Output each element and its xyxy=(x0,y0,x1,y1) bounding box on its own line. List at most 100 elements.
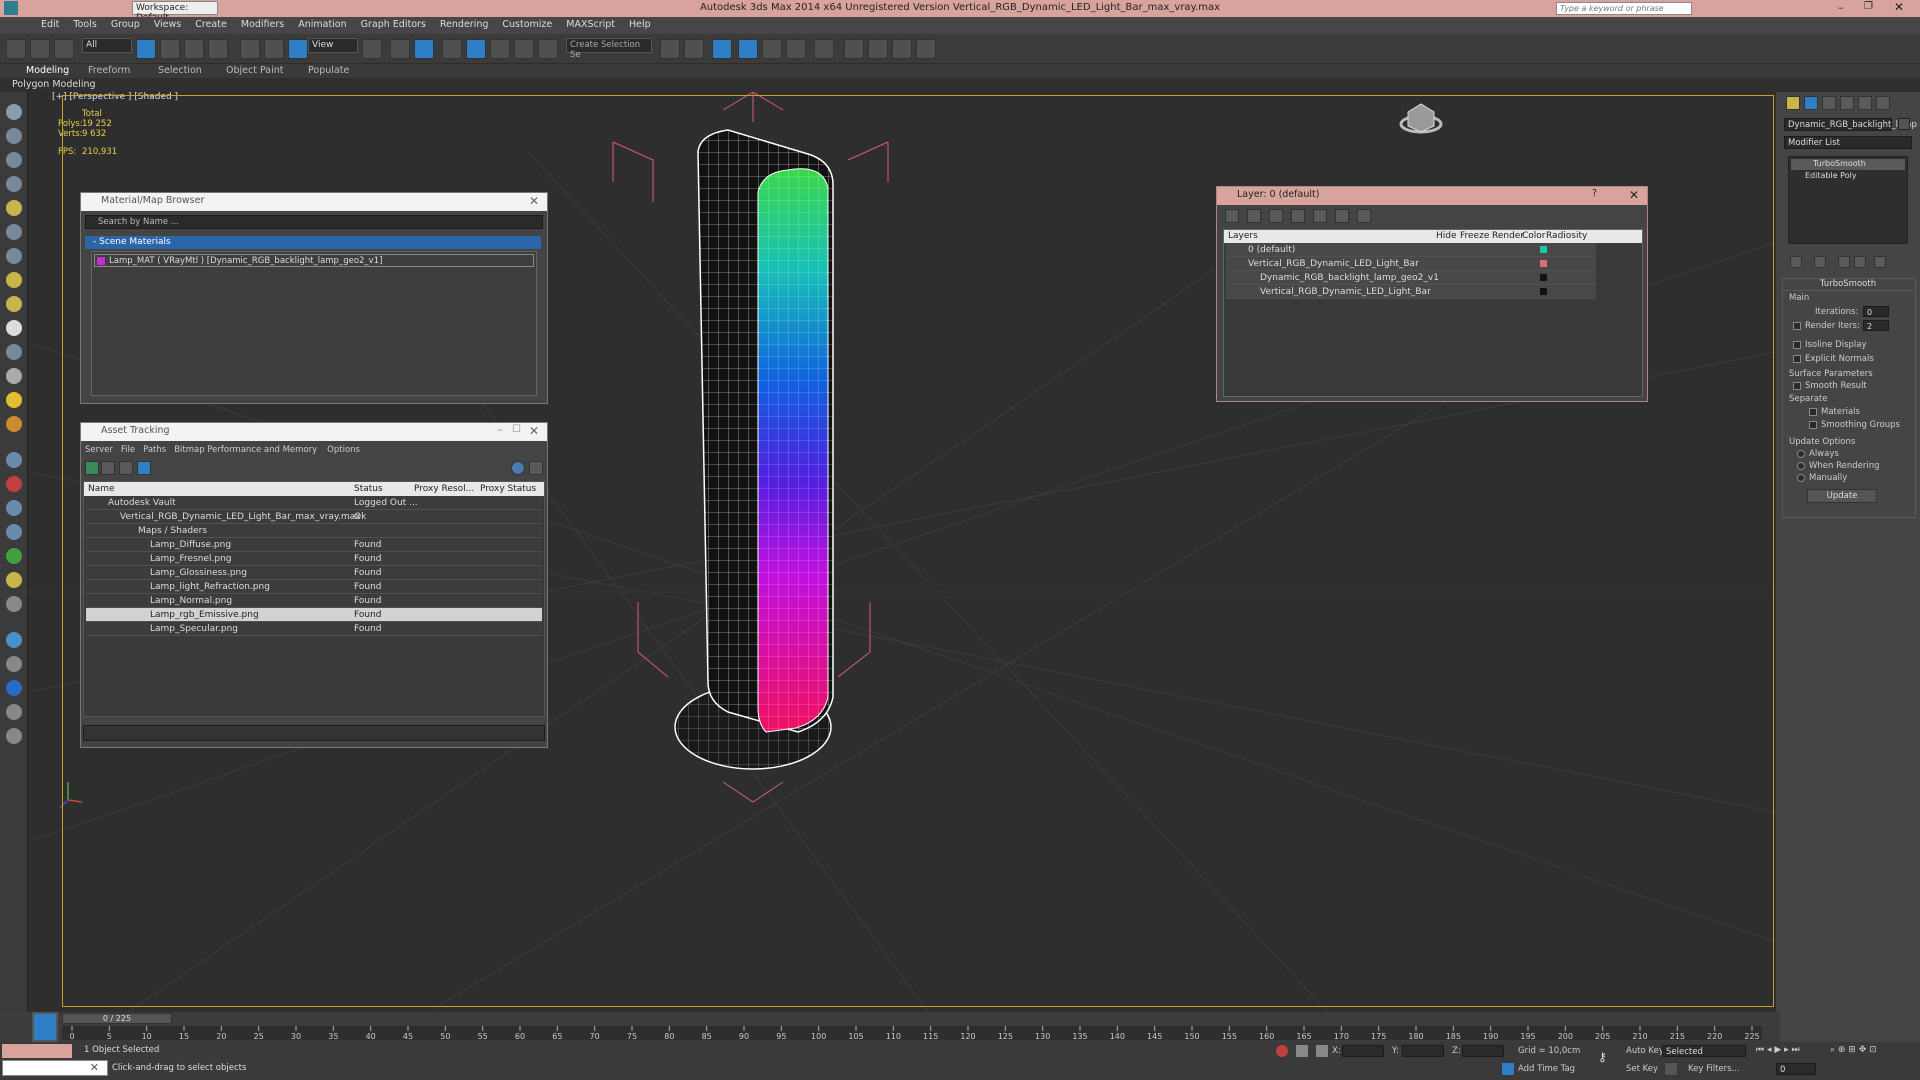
mini-curve-editor-icon[interactable] xyxy=(32,1012,58,1042)
tool-icon-3[interactable] xyxy=(6,500,22,516)
modify-tab-icon[interactable] xyxy=(1804,96,1818,110)
playback-controls[interactable]: ⏮ ◂ ▶ ▸ ⏭ xyxy=(1756,1045,1800,1055)
hierarchy-icon[interactable] xyxy=(6,152,22,168)
viewport-nav-controls[interactable]: ⌕ ⊕ ⊞ ✥ ⊡ xyxy=(1830,1045,1877,1055)
object-color-swatch[interactable] xyxy=(1898,118,1910,130)
render-iterative-icon[interactable] xyxy=(916,39,936,59)
pin-stack-icon[interactable] xyxy=(1790,256,1802,268)
select-manipulate-icon[interactable] xyxy=(390,39,410,59)
create-layer-icon[interactable] xyxy=(1225,209,1239,223)
update-button[interactable]: Update xyxy=(1807,489,1877,503)
when-rendering-radio[interactable] xyxy=(1797,462,1805,470)
table-row[interactable]: Lamp_Normal.png Found xyxy=(86,594,542,608)
layer-color-swatch[interactable] xyxy=(1540,260,1547,267)
col-status[interactable]: Status xyxy=(354,484,383,494)
tool-icon-9[interactable] xyxy=(6,656,22,672)
materials-checkbox[interactable] xyxy=(1809,408,1817,416)
unlink-icon[interactable] xyxy=(30,39,50,59)
material-search-input[interactable]: Search by Name ... xyxy=(85,215,543,229)
table-row[interactable]: Lamp_Glossiness.png Found xyxy=(86,566,542,580)
table-row[interactable]: Maps / Shaders xyxy=(86,524,542,538)
select-object-icon[interactable] xyxy=(136,39,156,59)
table-row[interactable]: Autodesk Vault Logged Out ... xyxy=(86,496,542,510)
delete-layer-icon[interactable] xyxy=(1247,209,1261,223)
menu-animation[interactable]: Animation xyxy=(291,17,353,32)
curve-editor-icon[interactable] xyxy=(762,39,782,59)
maxscript-input[interactable]: ✕ xyxy=(2,1060,108,1076)
tool-icon-1[interactable] xyxy=(6,452,22,468)
col-render[interactable]: Render xyxy=(1492,231,1524,241)
motion-icon[interactable] xyxy=(6,176,22,192)
layer-color-swatch[interactable] xyxy=(1540,288,1547,295)
display-icon[interactable] xyxy=(6,200,22,216)
graphite-tools-icon[interactable] xyxy=(738,39,758,59)
render-iters-checkbox[interactable] xyxy=(1793,322,1801,330)
asset-tracking-title[interactable]: Asset Tracking – ☐ ✕ xyxy=(81,423,547,441)
menu-modifiers[interactable]: Modifiers xyxy=(234,17,291,32)
select-objects-icon[interactable] xyxy=(1291,209,1305,223)
manually-radio[interactable] xyxy=(1797,474,1805,482)
menu-create[interactable]: Create xyxy=(188,17,234,32)
box-icon[interactable] xyxy=(6,272,22,288)
table-row[interactable]: Vertical_RGB_Dynamic_LED_Light_Bar_max_v… xyxy=(86,510,542,524)
stack-item-editable-poly[interactable]: Editable Poly xyxy=(1791,171,1905,182)
tree-view-icon[interactable] xyxy=(119,461,133,475)
light-icon[interactable] xyxy=(6,392,22,408)
material-item[interactable]: Lamp_MAT ( VRayMtl ) [Dynamic_RGB_backli… xyxy=(94,254,534,267)
menu-group[interactable]: Group xyxy=(104,17,147,32)
bind-space-warp-icon[interactable] xyxy=(54,39,74,59)
selection-filter-dropdown[interactable]: All xyxy=(82,38,132,53)
absolute-mode-icon[interactable] xyxy=(1316,1045,1328,1057)
tool-icon-2[interactable] xyxy=(6,476,22,492)
auto-key-button[interactable]: Auto Key xyxy=(1626,1046,1664,1056)
col-proxy-status[interactable]: Proxy Status xyxy=(480,484,536,494)
display-tab-icon[interactable] xyxy=(1858,96,1872,110)
menu-maxscript[interactable]: MAXScript xyxy=(559,17,622,32)
table-view-icon[interactable] xyxy=(137,461,151,475)
tab-selection[interactable]: Selection xyxy=(158,65,202,76)
help-icon[interactable] xyxy=(6,728,22,744)
smoothing-groups-checkbox[interactable] xyxy=(1809,421,1817,429)
align-icon[interactable] xyxy=(684,39,704,59)
menu-edit[interactable]: Edit xyxy=(34,17,66,32)
menu-rendering[interactable]: Rendering xyxy=(433,17,496,32)
menu-file[interactable]: File xyxy=(121,445,135,455)
refresh-icon[interactable] xyxy=(85,461,99,475)
help-icon[interactable] xyxy=(511,461,525,475)
menu-views[interactable]: Views xyxy=(147,17,189,32)
maximize-icon[interactable]: ❐ xyxy=(1864,1,1873,12)
ref-coord-dropdown[interactable]: View xyxy=(308,38,358,53)
tool-icon-8[interactable] xyxy=(6,632,22,648)
always-radio[interactable] xyxy=(1797,450,1805,458)
search-input[interactable]: Type a keyword or phrase xyxy=(1556,2,1692,15)
col-radiosity[interactable]: Radiosity xyxy=(1546,231,1587,241)
layer-row[interactable]: Vertical_RGB_Dynamic_LED_Light_Bar xyxy=(1226,257,1596,271)
menu-customize[interactable]: Customize xyxy=(495,17,559,32)
rotate-icon[interactable] xyxy=(264,39,284,59)
close-icon[interactable]: ✕ xyxy=(90,1061,99,1074)
menu-paths[interactable]: Paths xyxy=(143,445,166,455)
add-to-layer-icon[interactable] xyxy=(1269,209,1283,223)
spinner-snap-icon[interactable] xyxy=(514,39,534,59)
table-row[interactable]: Lamp_light_Refraction.png Found xyxy=(86,580,542,594)
layer-row[interactable]: Dynamic_RGB_backlight_lamp_geo2_v1 xyxy=(1226,271,1596,285)
render-production-icon[interactable] xyxy=(892,39,912,59)
set-key-icon[interactable] xyxy=(1664,1062,1678,1076)
menu-help[interactable]: Help xyxy=(622,17,658,32)
minimize-icon[interactable]: – xyxy=(498,423,504,436)
tool-icon-5[interactable] xyxy=(6,548,22,564)
col-proxy-res[interactable]: Proxy Resol... xyxy=(414,484,474,494)
tool-icon-11[interactable] xyxy=(6,704,22,720)
col-color[interactable]: Color xyxy=(1522,231,1546,241)
menu-tools[interactable]: Tools xyxy=(66,17,103,32)
set-key-button[interactable]: Set Key xyxy=(1626,1064,1658,1074)
current-frame-field[interactable]: 0 xyxy=(1776,1063,1816,1075)
mirror-icon[interactable] xyxy=(660,39,680,59)
close-icon[interactable]: ✕ xyxy=(529,424,539,438)
list-view-icon[interactable] xyxy=(101,461,115,475)
table-row-selected[interactable]: Lamp_rgb_Emissive.png Found xyxy=(86,608,542,622)
tool-icon-4[interactable] xyxy=(6,524,22,540)
menu-bitmap-performance[interactable]: Bitmap Performance and Memory xyxy=(174,445,317,455)
track-bar[interactable]: 0 5 10 15 20 25 30 35 40 45 50 55 60 65 70 75 80 85 90 95 10… xyxy=(62,1026,1762,1041)
tool-icon-10[interactable] xyxy=(6,680,22,696)
